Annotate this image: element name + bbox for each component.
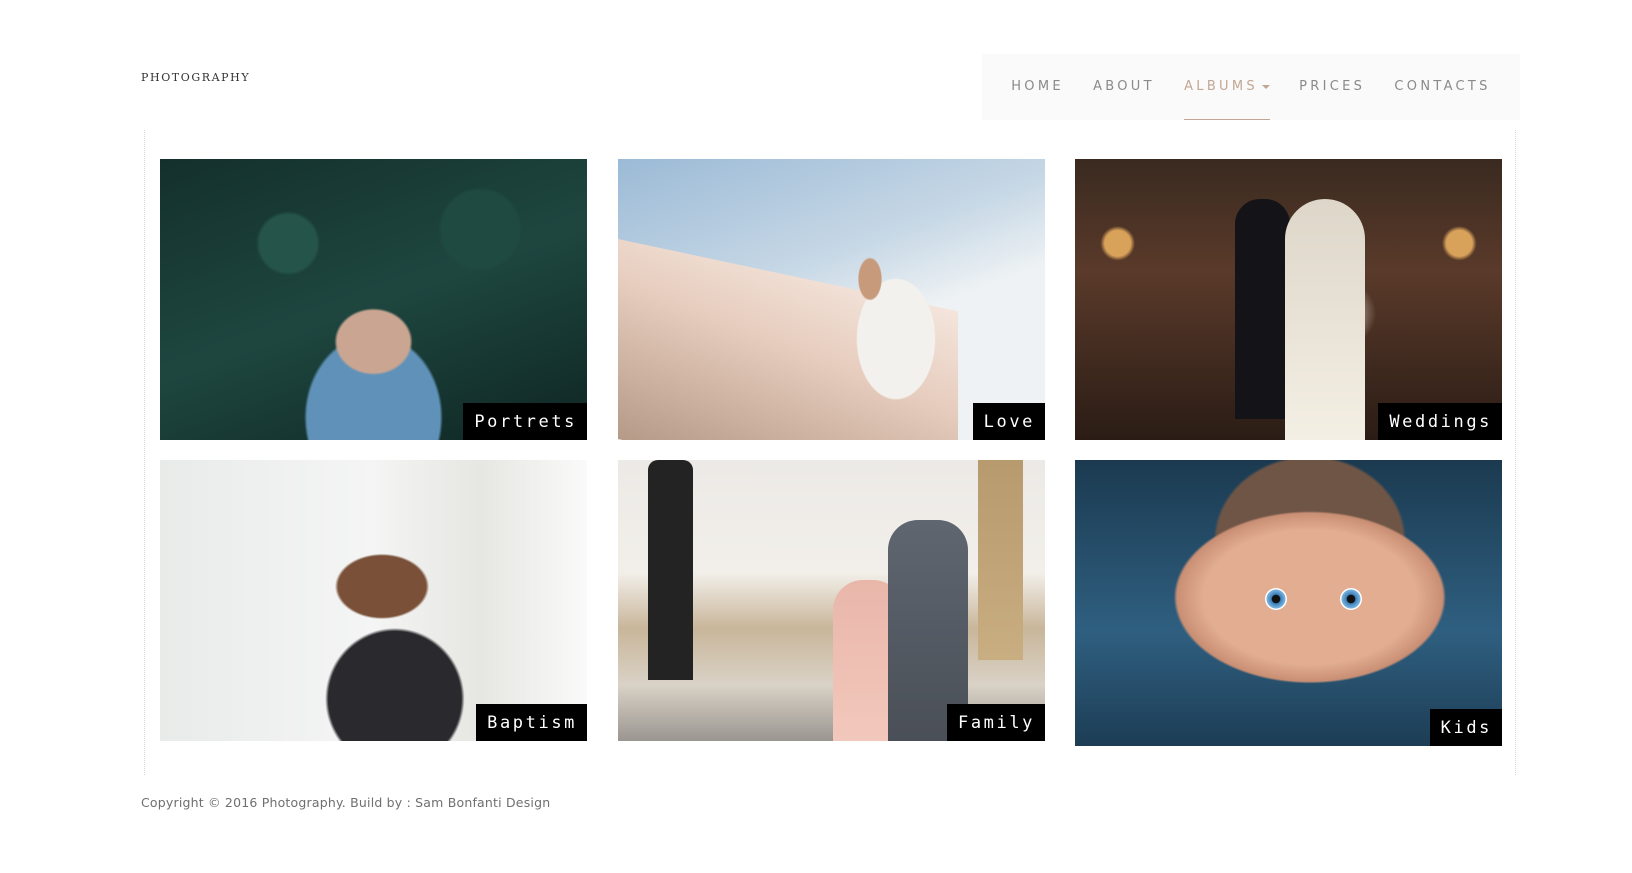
nav-item-label: PRICES	[1299, 79, 1366, 94]
photo-detail	[1285, 199, 1365, 440]
site-logo[interactable]: PHOTOGRAPHY	[141, 71, 250, 84]
album-label: Portrets	[463, 403, 587, 440]
album-photo	[1075, 159, 1502, 440]
nav-item-prices[interactable]: PRICES	[1299, 54, 1365, 120]
nav-item-home[interactable]: HOME	[1011, 54, 1064, 120]
album-tile-love[interactable]: Love	[618, 159, 1045, 440]
album-label: Love	[972, 403, 1045, 440]
nav-item-albums[interactable]: ALBUMS	[1184, 54, 1270, 120]
album-photo	[618, 460, 1045, 741]
album-label: Weddings	[1378, 403, 1502, 440]
footer-copyright: Copyright © 2016 Photography. Build by :…	[141, 795, 551, 810]
nav-item-label: ALBUMS	[1184, 79, 1258, 94]
album-photo	[160, 460, 587, 741]
nav-item-label: HOME	[1011, 79, 1064, 94]
album-tile-family[interactable]: Family	[618, 460, 1045, 741]
photo-detail	[1340, 588, 1362, 610]
album-tile-portrets[interactable]: Portrets	[160, 159, 587, 440]
nav-item-about[interactable]: ABOUT	[1093, 54, 1155, 120]
photo-detail	[818, 219, 948, 419]
nav-item-label: ABOUT	[1093, 79, 1155, 94]
album-photo	[160, 159, 587, 440]
album-tile-kids[interactable]: Kids	[1075, 460, 1502, 746]
album-photo	[618, 159, 1045, 440]
album-tile-baptism[interactable]: Baptism	[160, 460, 587, 741]
main-nav: HOME ABOUT ALBUMS PRICES CONTACTS	[982, 54, 1520, 120]
nav-item-contacts[interactable]: CONTACTS	[1394, 54, 1490, 120]
nav-item-label: CONTACTS	[1394, 79, 1491, 94]
photo-detail	[1235, 199, 1290, 419]
album-photo	[1075, 460, 1502, 746]
album-tile-weddings[interactable]: Weddings	[1075, 159, 1502, 440]
album-label: Family	[946, 704, 1045, 741]
photo-detail	[978, 460, 1023, 660]
album-label: Kids	[1429, 709, 1502, 746]
caret-down-icon	[1261, 84, 1270, 89]
photo-detail	[648, 460, 693, 680]
album-label: Baptism	[476, 704, 587, 741]
photo-detail	[1265, 588, 1287, 610]
